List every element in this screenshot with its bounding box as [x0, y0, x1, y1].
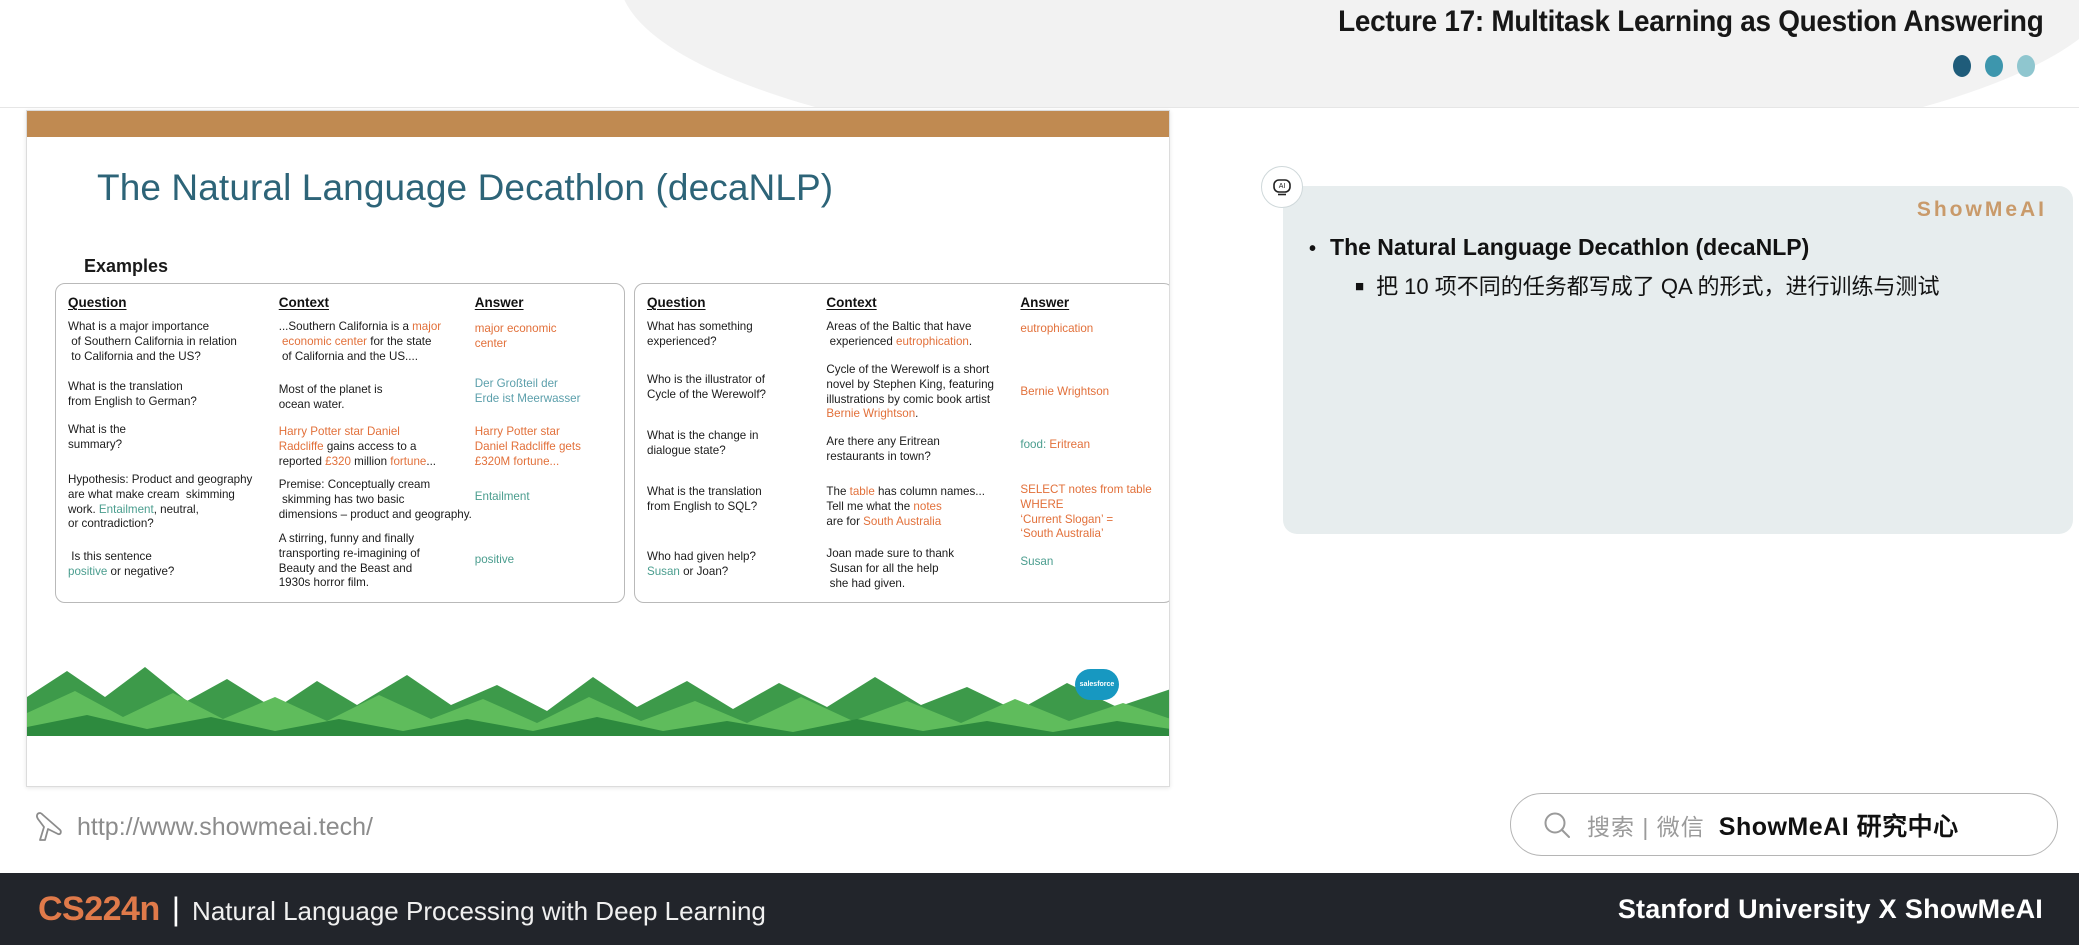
lecture-title: Lecture 17: Multitask Learning as Questi…: [1337, 5, 2044, 38]
left-context-header: Context: [278, 295, 329, 310]
cursor-icon: [36, 812, 62, 841]
right-context-cell-4: The table has column names... Tell me wha…: [826, 485, 985, 528]
left-context-cell-5: A stirring, funny and finally transportin…: [278, 532, 420, 590]
left-context-cell-3: Harry Potter star Daniel Radcliffe gains …: [278, 425, 437, 468]
ai-robot-avatar-icon: AI: [1261, 166, 1303, 208]
slide-title: The Natural Language Decathlon (decaNLP): [97, 167, 834, 208]
right-question-cell-5: Who had given help? Susan or Joan?: [647, 550, 756, 578]
right-examples-table: Question What has something experienced? …: [634, 283, 1169, 603]
slide-bottom-spacer: [27, 738, 1169, 786]
notes-bullet-primary: • The Natural Language Decathlon (decaNLP…: [1309, 234, 1809, 261]
left-context-cell-4: Premise: Conceptually cream skimming has…: [278, 478, 472, 521]
header-dots: [1953, 55, 2035, 77]
right-question-cell-1: What has something experienced?: [647, 320, 753, 348]
left-answer-cell-2: Der Großteil der Erde ist Meerwasser: [474, 377, 581, 405]
robot-face-icon: AI: [1273, 179, 1291, 196]
right-question-cell-3: What is the change in dialogue state?: [647, 429, 759, 457]
left-question-cell-2: What is the translation from English to G…: [68, 380, 197, 408]
university-name: Stanford University: [1617, 893, 1871, 924]
examples-label: Examples: [84, 256, 169, 276]
right-context-cell-1: Areas of the Baltic that have experience…: [826, 320, 973, 348]
footer-attribution: Stanford University X ShowMeAI: [1618, 894, 2043, 925]
showmeai-url-row[interactable]: http://www.showmeai.tech/: [34, 810, 373, 844]
search-placeholder-label: 搜索 | 微信: [1587, 813, 1705, 840]
left-answer-cell-5: positive: [474, 553, 515, 566]
footer-x-mark: X: [1878, 893, 1897, 924]
showmeai-brand-label: ShowMeAI: [1916, 198, 2047, 221]
right-answer-cell-1: eutrophication: [1020, 322, 1094, 335]
right-context-cell-5: Joan made sure to thank Susan for all th…: [826, 547, 955, 590]
search-icon: [1544, 812, 1570, 838]
left-context-cell-1: ...Southern California is a major econom…: [278, 320, 442, 363]
left-answer-cell-4: Entailment: [474, 490, 530, 503]
right-question-cell-2: Who is the illustrator of Cycle of the We…: [647, 373, 766, 401]
right-context-cell-2: Cycle of the Werewolf is a short novel by…: [826, 363, 995, 421]
footer-course-info: CS224n | Natural Language Processing wit…: [38, 890, 766, 929]
right-context-cell-3: Are there any Eritrean restaurants in tow…: [826, 435, 940, 463]
left-question-cell-3: What is the summary?: [68, 423, 126, 451]
salesforce-logo: salesforce: [1075, 669, 1119, 700]
header-divider: [0, 107, 2079, 108]
notes-bullet-primary-text: The Natural Language Decathlon (decaNLP): [1330, 234, 1810, 260]
left-question-header: Question: [68, 295, 127, 310]
left-answer-column: Answer major economic center Der Großteil…: [475, 295, 612, 585]
examples-tables: Question What is a major importance of S…: [55, 283, 1169, 603]
notes-bullet-secondary: ■ 把 10 项不同的任务都写成了 QA 的形式，进行训练与测试: [1355, 270, 2055, 303]
svg-text:AI: AI: [1279, 183, 1286, 190]
slide-canvas: The Natural Language Decathlon (decaNLP)…: [26, 110, 1170, 787]
right-question-header: Question: [647, 295, 706, 310]
footer-separator: |: [171, 890, 181, 927]
right-answer-header: Answer: [1020, 295, 1070, 310]
right-answer-cell-2: Bernie Wrightson: [1020, 385, 1110, 398]
mountain-decoration: [27, 667, 1169, 736]
bullet-dot-icon: •: [1309, 238, 1317, 260]
right-answer-cell-4: SELECT notes from table WHERE ‘Current Slo…: [1020, 483, 1152, 541]
left-question-cell-4: Hypothesis: Product and geography are wha…: [68, 473, 253, 531]
right-answer-cell-3: food: Eritrean: [1020, 438, 1091, 451]
course-name: Natural Language Processing with Deep Le…: [192, 895, 766, 926]
right-question-column: Question What has something experienced? …: [647, 295, 826, 585]
left-question-cell-1: What is a major importance of Southern C…: [68, 320, 237, 363]
dot-light-teal-icon: [2017, 55, 2035, 77]
partner-name: ShowMeAI: [1904, 893, 2043, 924]
notes-bullet-secondary-text: 把 10 项不同的任务都写成了 QA 的形式，进行训练与测试: [1376, 274, 1940, 299]
dot-teal-icon: [1985, 55, 2003, 77]
right-context-column: Context Areas of the Baltic that have ex…: [826, 295, 1020, 590]
left-examples-table: Question What is a major importance of S…: [55, 283, 625, 603]
left-answer-cell-1: major economic center: [474, 322, 557, 350]
left-context-cell-2: Most of the planet is ocean water.: [278, 383, 383, 411]
slide-accent-bar: [27, 111, 1169, 137]
left-context-column: Context ...Southern California is a majo…: [278, 295, 475, 589]
wechat-search-pill[interactable]: 搜索 | 微信 ShowMeAI 研究中心: [1510, 793, 2058, 856]
right-answer-cell-5: Susan: [1020, 555, 1054, 568]
right-question-cell-4: What is the translation from English to S…: [647, 485, 762, 513]
lecture-slide-page: Lecture 17: Multitask Learning as Questi…: [0, 0, 2079, 945]
right-context-header: Context: [826, 295, 877, 310]
notes-panel: AI ShowMeAI • The Natural Language Decath…: [1261, 166, 2073, 534]
right-answer-column: Answer eutrophication Bernie Wrightson f…: [1020, 295, 1161, 585]
left-question-column: Question What is a major importance of S…: [68, 295, 279, 585]
page-footer: CS224n | Natural Language Processing wit…: [0, 873, 2079, 945]
course-code: CS224n: [38, 889, 160, 928]
page-header: Lecture 17: Multitask Learning as Questi…: [0, 0, 2079, 108]
left-question-cell-5: Is this sentence positive or negative?: [68, 550, 175, 578]
left-answer-header: Answer: [474, 295, 524, 310]
dot-dark-teal-icon: [1953, 55, 1971, 77]
bullet-square-icon: ■: [1355, 278, 1365, 295]
search-brand-label: ShowMeAI 研究中心: [1718, 812, 1959, 841]
showmeai-url[interactable]: http://www.showmeai.tech/: [77, 813, 373, 842]
left-answer-cell-3: Harry Potter star Daniel Radcliffe gets £3…: [474, 425, 581, 468]
